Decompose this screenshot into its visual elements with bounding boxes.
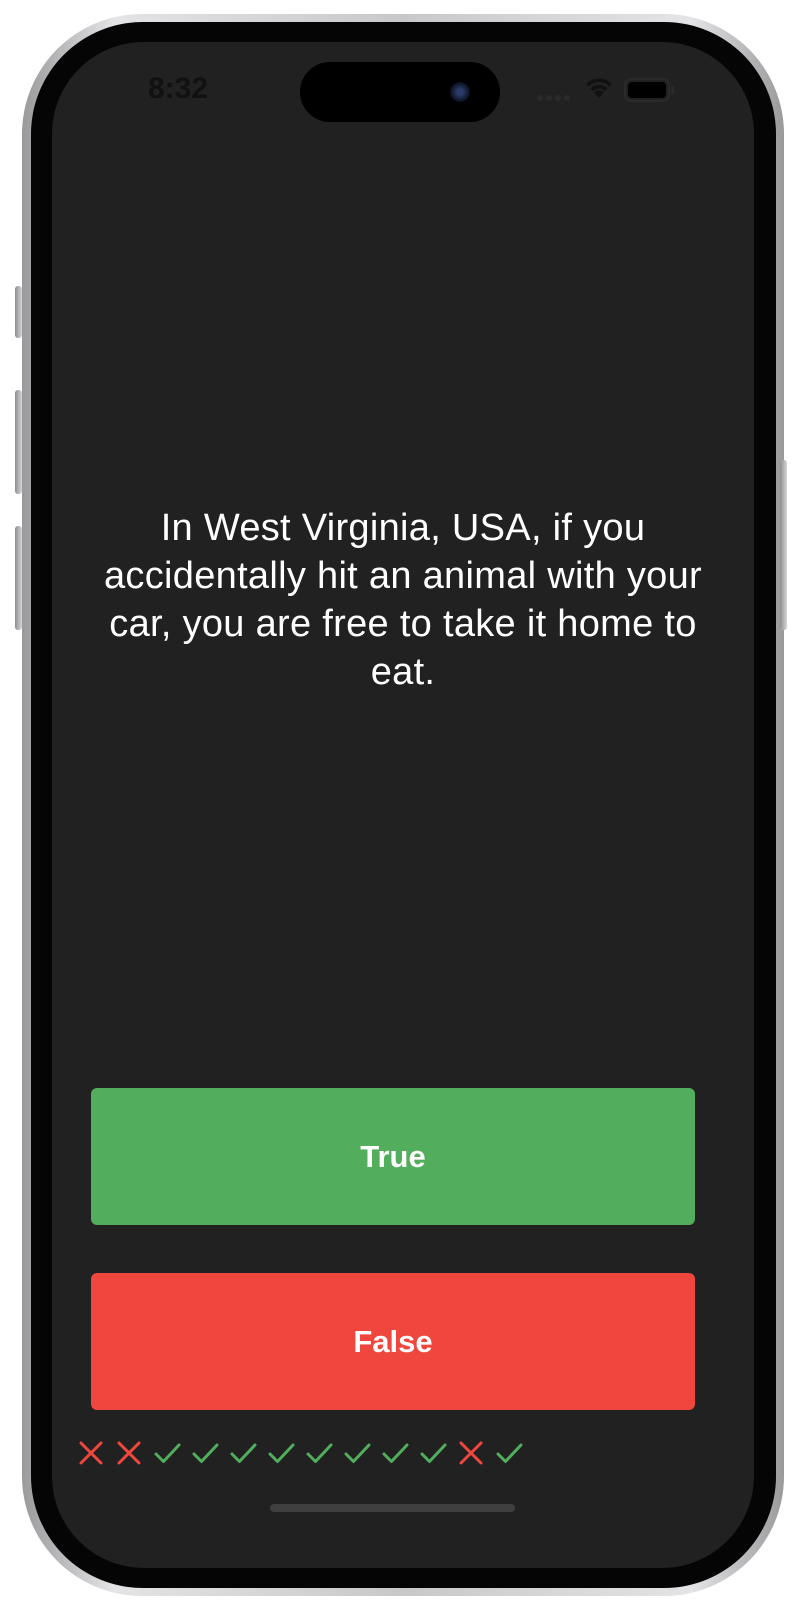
check-icon	[186, 1436, 224, 1470]
close-icon	[110, 1436, 148, 1470]
check-icon	[300, 1436, 338, 1470]
false-button[interactable]: False	[91, 1273, 695, 1410]
check-icon	[414, 1436, 452, 1470]
app-screen: 8:32 In West Virginia, USA, if you accid…	[52, 42, 754, 1568]
true-button[interactable]: True	[91, 1088, 695, 1225]
check-icon	[376, 1436, 414, 1470]
score-keeper	[72, 1436, 528, 1470]
home-indicator	[270, 1504, 515, 1512]
front-camera-icon	[450, 82, 470, 102]
action-button	[15, 286, 22, 338]
cellular-signal-icon	[537, 95, 570, 101]
volume-up-button	[15, 390, 22, 494]
volume-down-button	[15, 526, 22, 630]
check-icon	[490, 1436, 528, 1470]
power-button	[780, 460, 787, 630]
check-icon	[224, 1436, 262, 1470]
question-text: In West Virginia, USA, if you accidental…	[104, 507, 702, 693]
battery-icon	[624, 78, 674, 102]
dynamic-island	[300, 62, 500, 122]
wifi-icon	[586, 78, 612, 98]
close-icon	[452, 1436, 490, 1470]
status-time: 8:32	[148, 72, 209, 105]
close-icon	[72, 1436, 110, 1470]
check-icon	[338, 1436, 376, 1470]
check-icon	[148, 1436, 186, 1470]
check-icon	[262, 1436, 300, 1470]
